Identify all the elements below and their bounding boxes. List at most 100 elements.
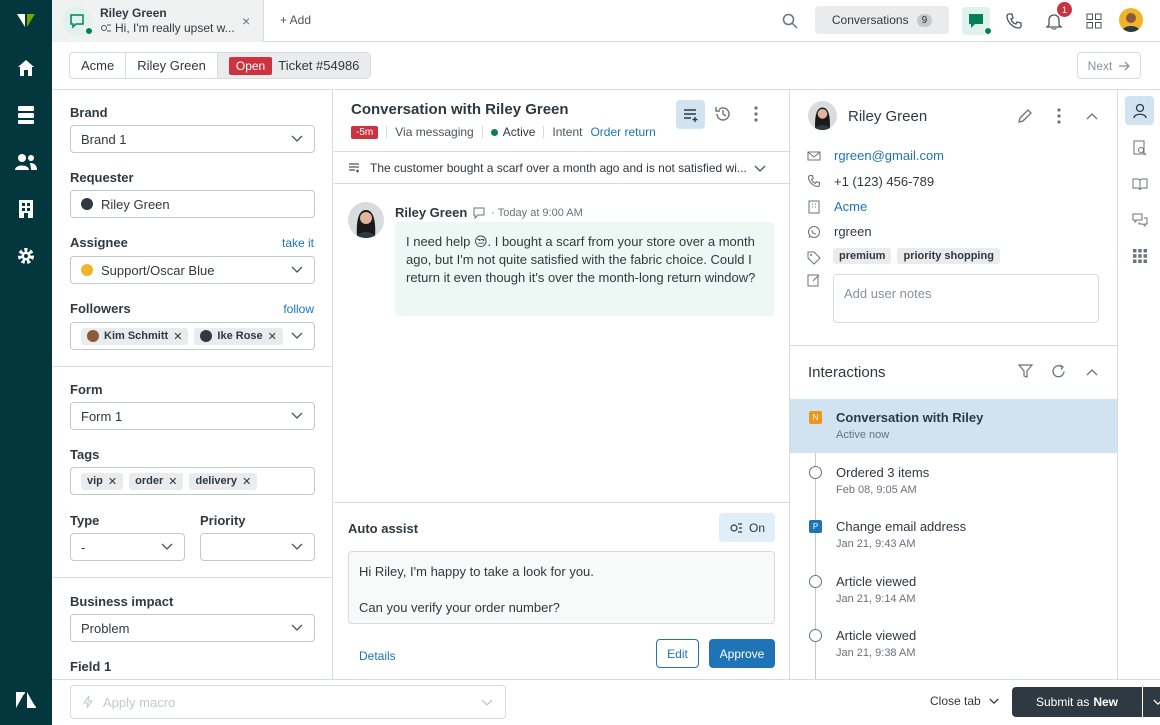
intent-label: Intent — [552, 125, 582, 139]
edit-button[interactable]: Edit — [656, 639, 699, 668]
views-icon[interactable] — [0, 95, 52, 135]
brand-select[interactable]: Brand 1 — [70, 125, 315, 153]
macro-placeholder: Apply macro — [103, 695, 175, 710]
ticket-badge-icon: P — [809, 520, 822, 533]
form-value: Form 1 — [81, 409, 122, 424]
close-tab-icon[interactable]: × — [242, 13, 250, 29]
notifications-bell-icon[interactable]: 1 — [1042, 9, 1066, 33]
submit-options-button[interactable] — [1143, 687, 1160, 717]
tag-text: delivery — [195, 475, 237, 487]
follower-name: Kim Schmitt — [104, 330, 168, 342]
zendesk-logo-icon[interactable] — [0, 0, 52, 40]
reply-line: Hi Riley, I'm happy to take a look for y… — [359, 563, 764, 581]
brand-value: Brand 1 — [81, 132, 127, 147]
organizations-icon[interactable] — [0, 189, 52, 229]
more-options-icon[interactable] — [1056, 108, 1062, 124]
close-tab-label: Close tab — [930, 694, 981, 708]
conversations-button[interactable]: Conversations 9 — [815, 6, 949, 34]
interaction-item[interactable]: Article viewed Jan 21, 9:38 AM — [790, 617, 1117, 671]
more-options-icon[interactable] — [753, 106, 759, 122]
apps-icon[interactable] — [1125, 241, 1154, 270]
edit-pencil-icon[interactable] — [1017, 108, 1033, 124]
user-tags: premium priority shopping — [833, 248, 1006, 264]
followers-label: Followers — [70, 301, 131, 316]
refresh-icon[interactable] — [1051, 364, 1066, 379]
approve-button[interactable]: Approve — [709, 639, 775, 668]
remove-icon[interactable]: ✕ — [268, 330, 277, 343]
intent-value[interactable]: Order return — [590, 125, 655, 139]
interaction-item[interactable]: Ordered 3 items Feb 08, 9:05 AM — [790, 454, 1117, 508]
zendesk-z-icon[interactable] — [0, 680, 52, 720]
interaction-item[interactable]: N Conversation with Riley Active now — [790, 399, 1117, 453]
conversation-summary[interactable]: The customer bought a scarf over a month… — [334, 151, 789, 184]
divider — [52, 366, 333, 367]
messaging-status-icon[interactable] — [962, 7, 990, 35]
sla-badge: -5m — [351, 126, 378, 139]
knowledge-book-icon[interactable] — [1125, 169, 1154, 198]
interaction-sub: Jan 21, 9:38 AM — [836, 647, 916, 659]
remove-icon[interactable]: ✕ — [173, 330, 182, 343]
remove-icon[interactable]: ✕ — [242, 475, 251, 488]
user-tag-pill: premium — [833, 248, 891, 264]
admin-gear-icon[interactable] — [0, 236, 52, 276]
interaction-sub: Active now — [836, 429, 889, 441]
side-conversations-icon[interactable] — [1125, 205, 1154, 234]
submit-button[interactable]: Submit as New — [1012, 687, 1142, 717]
follow-link[interactable]: follow — [283, 302, 314, 316]
chevron-down-icon — [291, 332, 303, 340]
user-tag-pill: priority shopping — [897, 248, 999, 264]
status-text: Active — [503, 125, 536, 139]
submit-prefix: Submit as — [1036, 695, 1089, 709]
customers-icon[interactable] — [0, 142, 52, 182]
form-select[interactable]: Form 1 — [70, 402, 315, 430]
customer-context-icon[interactable] — [1125, 96, 1154, 125]
suggested-reply[interactable]: Hi Riley, I'm happy to take a look for y… — [348, 551, 775, 624]
agent-avatar[interactable] — [1119, 8, 1143, 32]
take-it-link[interactable]: take it — [282, 236, 314, 250]
breadcrumb-ticket[interactable]: Open Ticket #54986 — [218, 53, 371, 78]
interaction-item[interactable]: P Change email address Jan 21, 9:43 AM — [790, 508, 1117, 562]
assignee-select[interactable]: Support/Oscar Blue — [70, 256, 315, 284]
follower-pill: Ike Rose✕ — [194, 328, 282, 345]
phone-icon[interactable] — [1002, 9, 1026, 33]
breadcrumb-org[interactable]: Acme — [70, 53, 126, 78]
conversation-meta: -5m Via messaging Active Intent Order re… — [351, 125, 656, 139]
interaction-item[interactable]: Article viewed Jan 21, 9:14 AM — [790, 563, 1117, 617]
knowledge-search-icon[interactable] — [1125, 133, 1154, 162]
followers-field[interactable]: Kim Schmitt ✕ Ike Rose✕ — [70, 322, 315, 350]
close-tab-select[interactable]: Close tab — [930, 694, 999, 708]
details-link[interactable]: Details — [359, 649, 396, 663]
remove-icon[interactable]: ✕ — [108, 475, 117, 488]
collapse-chevron-icon[interactable] — [1086, 368, 1098, 376]
remove-icon[interactable]: ✕ — [168, 475, 177, 488]
next-ticket-button[interactable]: Next — [1077, 52, 1141, 79]
filter-icon[interactable] — [1018, 364, 1033, 379]
ticket-badge-icon: N — [809, 411, 822, 424]
ticket-tab[interactable]: Riley Green Hi, I'm really upset w... × — [52, 0, 264, 42]
add-tab-button[interactable]: + Add — [280, 13, 311, 27]
home-icon[interactable] — [0, 48, 52, 88]
form-label: Form — [70, 382, 103, 397]
type-select[interactable]: - — [70, 533, 185, 561]
user-org[interactable]: Acme — [834, 199, 867, 214]
priority-select[interactable] — [200, 533, 315, 561]
auto-assist-toggle[interactable]: On — [719, 513, 775, 542]
tags-field[interactable]: vip✕ order✕ delivery✕ — [70, 467, 315, 495]
requester-field[interactable]: Riley Green — [70, 190, 315, 218]
user-email[interactable]: rgreen@gmail.com — [834, 148, 944, 163]
brand-label: Brand — [70, 105, 108, 120]
collapse-chevron-icon[interactable] — [1086, 112, 1098, 120]
search-icon[interactable] — [778, 9, 802, 33]
assignee-avatar — [81, 264, 93, 276]
business-impact-select[interactable]: Problem — [70, 614, 315, 642]
tab-preview-text: Hi, I'm really upset w... — [115, 21, 235, 35]
products-grid-icon[interactable] — [1082, 9, 1106, 33]
apply-macro-select[interactable]: Apply macro — [70, 685, 506, 719]
interactions-title: Interactions — [808, 364, 886, 381]
summary-text: The customer bought a scarf over a month… — [370, 161, 747, 175]
history-icon[interactable] — [714, 105, 732, 123]
conversation-details-icon[interactable] — [676, 100, 705, 129]
user-phone: +1 (123) 456-789 — [834, 174, 934, 189]
breadcrumb-requester[interactable]: Riley Green — [126, 53, 218, 78]
user-notes-input[interactable]: Add user notes — [833, 274, 1099, 323]
